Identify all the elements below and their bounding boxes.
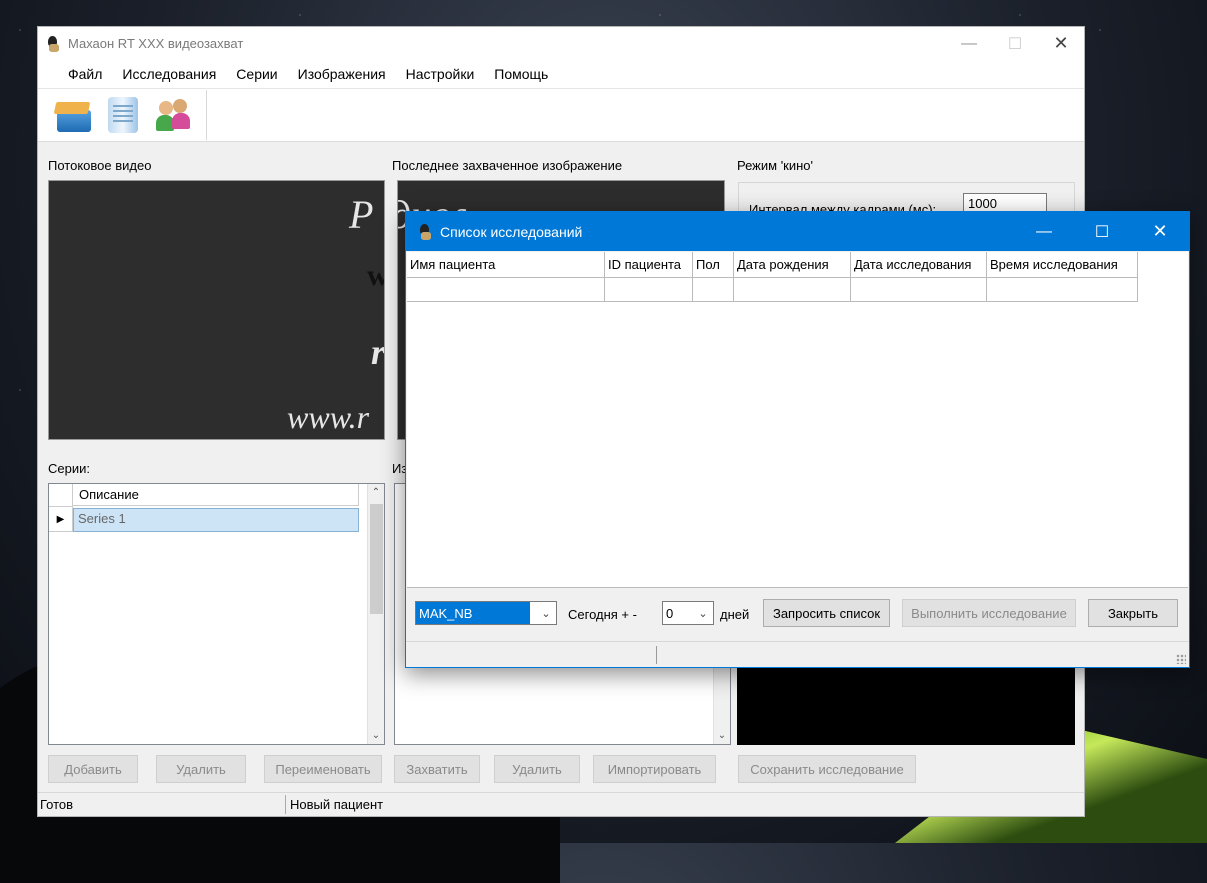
main-titlebar[interactable]: Махаон RT XXX видеозахват — ☐ ✕: [38, 27, 1084, 60]
patients-button[interactable]: [148, 92, 198, 138]
app-logo-icon: [44, 35, 62, 53]
series-grid: Описание ▶ Series 1 ⌃ ⌄: [48, 483, 385, 745]
last-image-label: Последнее захваченное изображение: [392, 158, 623, 173]
video-overlay-text: w: [367, 259, 384, 293]
menu-bar: Файл Исследования Серии Изображения Наст…: [38, 60, 1084, 88]
patient-id-column-header[interactable]: ID пациента: [605, 252, 693, 278]
menu-help[interactable]: Помощь: [484, 66, 558, 82]
run-study-button[interactable]: Выполнить исследование: [902, 599, 1076, 627]
stream-video-view: Р w r www.r: [48, 180, 385, 440]
video-overlay-text: Р: [349, 192, 374, 237]
scroll-down-icon[interactable]: ⌄: [368, 727, 384, 744]
scroll-thumb[interactable]: [370, 504, 383, 614]
delete-series-button[interactable]: Удалить: [156, 755, 246, 783]
app-logo-icon: [416, 223, 434, 241]
scroll-down-icon[interactable]: ⌄: [714, 727, 730, 744]
status-text: Готов: [40, 797, 74, 812]
patient-status: Новый пациент: [290, 797, 384, 812]
window-title: Махаон RT XXX видеозахват: [68, 36, 244, 51]
box-icon: [53, 100, 93, 132]
stream-video-label: Потоковое видео: [48, 158, 152, 173]
study-list-grid: Имя пациента ID пациента Пол Дата рожден…: [407, 252, 1188, 588]
study-list-button[interactable]: [98, 92, 148, 138]
minimize-button[interactable]: —: [946, 27, 992, 60]
maximize-button[interactable]: ☐: [1073, 212, 1131, 251]
scroll-up-icon[interactable]: ⌃: [368, 484, 384, 501]
scroll-icon: [108, 97, 138, 133]
dialog-title: Список исследований: [440, 223, 583, 240]
source-value: MAK_NB: [416, 602, 530, 624]
table-cell[interactable]: [987, 278, 1138, 302]
status-divider: [285, 795, 286, 814]
series-scrollbar[interactable]: ⌃ ⌄: [367, 484, 384, 744]
table-cell[interactable]: [693, 278, 734, 302]
kino-mode-label: Режим 'кино': [737, 158, 814, 173]
add-series-button[interactable]: Добавить: [48, 755, 138, 783]
days-label: дней: [720, 607, 750, 622]
video-overlay-text: www.r: [287, 399, 370, 435]
description-column-header[interactable]: Описание: [73, 484, 359, 506]
study-time-column-header[interactable]: Время исследования: [987, 252, 1138, 278]
sex-column-header[interactable]: Пол: [693, 252, 734, 278]
status-divider: [656, 646, 657, 664]
table-cell[interactable]: [407, 278, 605, 302]
menu-series[interactable]: Серии: [226, 66, 287, 82]
save-study-button[interactable]: Сохранить исследование: [738, 755, 916, 783]
query-list-button[interactable]: Запросить список: [763, 599, 890, 627]
table-cell[interactable]: [734, 278, 851, 302]
row-pointer-icon: ▶: [49, 507, 73, 532]
menu-images[interactable]: Изображения: [288, 66, 396, 82]
close-dialog-button[interactable]: Закрыть: [1088, 599, 1178, 627]
table-cell[interactable]: [605, 278, 693, 302]
minimize-button[interactable]: —: [1015, 212, 1073, 251]
video-overlay-text: r: [371, 332, 385, 372]
source-combo[interactable]: MAK_NB ⌄: [415, 601, 557, 625]
dialog-titlebar[interactable]: Список исследований — ☐ ✕: [406, 212, 1189, 251]
resize-grip-icon[interactable]: [1176, 654, 1186, 664]
menu-settings[interactable]: Настройки: [396, 66, 485, 82]
chevron-down-icon[interactable]: ⌄: [693, 602, 713, 624]
table-row[interactable]: Series 1: [73, 508, 359, 532]
close-button[interactable]: ✕: [1038, 27, 1084, 60]
toolbar: [38, 88, 1084, 142]
import-button[interactable]: Импортировать: [593, 755, 716, 783]
new-study-button[interactable]: [48, 92, 98, 138]
rename-series-button[interactable]: Переименовать: [264, 755, 382, 783]
study-list-dialog: Список исследований — ☐ ✕ Имя пациента I…: [405, 211, 1190, 668]
days-combo[interactable]: 0 ⌄: [662, 601, 714, 625]
delete-image-button[interactable]: Удалить: [494, 755, 580, 783]
status-bar: Готов Новый пациент: [38, 792, 1084, 816]
close-button[interactable]: ✕: [1131, 212, 1189, 251]
maximize-button[interactable]: ☐: [992, 27, 1038, 60]
patient-name-column-header[interactable]: Имя пациента: [407, 252, 605, 278]
days-value: 0: [666, 605, 674, 621]
birth-date-column-header[interactable]: Дата рождения: [734, 252, 851, 278]
users-icon: [153, 97, 193, 133]
chevron-down-icon[interactable]: ⌄: [536, 602, 556, 624]
today-label: Сегодня + -: [568, 607, 637, 622]
cine-preview: [737, 667, 1075, 745]
table-cell[interactable]: [851, 278, 987, 302]
grid-corner: [49, 484, 73, 507]
menu-studies[interactable]: Исследования: [112, 66, 226, 82]
capture-button[interactable]: Захватить: [394, 755, 480, 783]
dialog-status-bar: [406, 641, 1189, 667]
series-label: Серии:: [48, 461, 90, 476]
study-date-column-header[interactable]: Дата исследования: [851, 252, 987, 278]
menu-file[interactable]: Файл: [58, 66, 112, 82]
